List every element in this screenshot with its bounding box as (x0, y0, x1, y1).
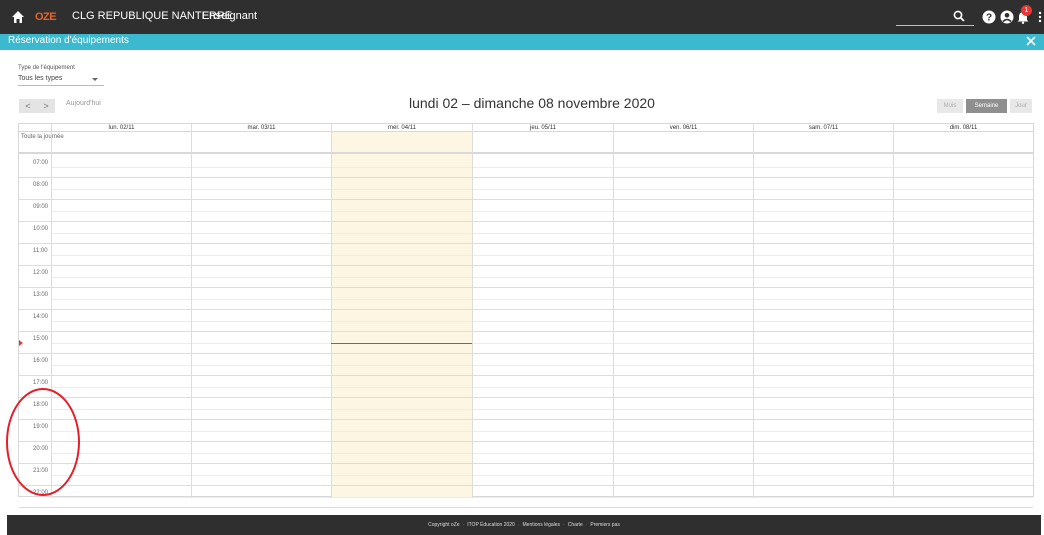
more-icon[interactable] (1038, 10, 1042, 24)
help-icon[interactable]: ? (982, 10, 996, 24)
footer: Copyright oZe · ITOP Éducation 2020 · Mentio… (7, 515, 1041, 535)
view-month-button[interactable]: Mois (937, 99, 963, 113)
day-header[interactable]: mar. 03/11 (191, 124, 331, 132)
current-time-line (331, 343, 472, 344)
half-hour-line (51, 365, 1033, 366)
hour-label: 11:00 (33, 248, 48, 254)
hour-label: 12:00 (33, 270, 49, 276)
all-day-row[interactable]: Toute la journée (19, 132, 1033, 154)
footer-separator: · (462, 522, 465, 528)
footer-separator: · (517, 522, 520, 528)
day-column-divider (472, 132, 473, 498)
footer-link[interactable]: Mentions légales (523, 522, 561, 528)
half-hour-line (51, 189, 1033, 190)
page-header: Réservation d'équipements (0, 34, 1044, 50)
half-hour-line (51, 453, 1033, 454)
calendar-day-headers: lun. 02/11 mar. 03/11 mer. 04/11 jeu. 05/11… (19, 124, 1033, 132)
hour-label: 15:00 (33, 336, 49, 342)
half-hour-line (51, 431, 1033, 432)
close-icon[interactable] (1026, 36, 1036, 46)
day-column-divider (753, 132, 754, 498)
prev-week-button[interactable]: < (19, 99, 37, 113)
top-navigation-bar: OZE CLG REPUBLIQUE NANTERRE Enseignant ?… (0, 0, 1044, 34)
day-header[interactable]: jeu. 05/11 (472, 124, 613, 132)
hour-slot-row[interactable] (19, 420, 1033, 442)
hour-slot-row[interactable] (19, 200, 1033, 222)
search-icon[interactable] (953, 10, 965, 22)
hour-slot-row[interactable] (19, 442, 1033, 464)
day-header[interactable]: sam. 07/11 (753, 124, 893, 132)
half-hour-line (51, 233, 1033, 234)
hour-label: 09:00 (33, 204, 49, 210)
all-day-label: Toute la journée (21, 134, 64, 140)
page-title: Réservation d'équipements (8, 35, 129, 46)
hour-label: 16:00 (33, 358, 49, 364)
half-hour-line (51, 277, 1033, 278)
hour-slot-row[interactable] (19, 486, 1033, 508)
day-header[interactable]: dim. 08/11 (893, 124, 1033, 132)
footer-link[interactable]: Premiers pas (590, 522, 619, 528)
equipment-type-label: Type de l'équipement (18, 65, 75, 71)
hour-label: 14:00 (33, 314, 49, 320)
hour-label: 17:00 (33, 380, 49, 386)
chevron-down-icon (92, 78, 98, 81)
half-hour-line (51, 343, 1033, 344)
day-column-divider (191, 132, 192, 498)
day-header[interactable]: lun. 02/11 (51, 124, 191, 132)
half-hour-line (51, 167, 1033, 168)
account-icon[interactable] (1000, 10, 1014, 24)
footer-separator: · (585, 522, 588, 528)
today-button[interactable]: Aujourd'hui (66, 100, 101, 107)
hour-slot-row[interactable] (19, 244, 1033, 266)
hour-slot-row[interactable] (19, 222, 1033, 244)
hour-slot-row[interactable] (19, 266, 1033, 288)
home-icon[interactable] (11, 10, 25, 24)
hour-slot-row[interactable] (19, 376, 1033, 398)
equipment-type-select[interactable]: Tous les types (18, 75, 104, 86)
footer-link[interactable]: ITOP Éducation 2020 (467, 522, 515, 528)
day-column-divider (613, 132, 614, 498)
half-hour-line (51, 299, 1033, 300)
day-column-divider (893, 132, 894, 498)
half-hour-line (51, 475, 1033, 476)
view-day-button[interactable]: Jour (1010, 99, 1032, 113)
user-role: Enseignant (202, 10, 258, 22)
hour-slot-row[interactable] (19, 354, 1033, 376)
hour-label: 07:00 (33, 160, 49, 166)
hour-label: 10:00 (33, 226, 49, 232)
week-calendar: lun. 02/11 mar. 03/11 mer. 04/11 jeu. 05/11… (18, 123, 1034, 508)
hour-slot-row[interactable] (19, 464, 1033, 486)
hour-slot-row[interactable] (19, 178, 1033, 200)
svg-text:?: ? (986, 13, 992, 24)
hour-label: 08:00 (33, 182, 49, 188)
oze-logo[interactable]: OZE (35, 11, 57, 23)
date-range-title: lundi 02 – dimanche 08 novembre 2020 (409, 95, 655, 111)
half-hour-line (51, 211, 1033, 212)
hour-slot-row[interactable] (19, 288, 1033, 310)
footer-separator: · (563, 522, 565, 528)
day-column-divider (331, 132, 332, 498)
notification-badge: 1 (1021, 5, 1032, 16)
half-hour-line (51, 387, 1033, 388)
current-time-indicator (19, 340, 23, 346)
footer-link[interactable]: Charte (568, 522, 583, 528)
hour-label: 13:00 (33, 292, 49, 298)
day-header[interactable]: mer. 04/11 (331, 124, 472, 132)
hour-slot-row[interactable] (19, 398, 1033, 420)
footer-link: Copyright oZe (428, 522, 460, 528)
half-hour-line (51, 321, 1033, 322)
hour-slot-row[interactable] (19, 332, 1033, 354)
next-week-button[interactable]: > (37, 99, 55, 113)
hour-slot-row[interactable] (19, 156, 1033, 178)
half-hour-line (51, 497, 1033, 498)
annotation-circle (6, 388, 80, 496)
view-week-button[interactable]: Semaine (966, 99, 1007, 113)
equipment-type-value: Tous les types (18, 75, 63, 82)
hour-slot-row[interactable] (19, 310, 1033, 332)
half-hour-line (51, 409, 1033, 410)
day-header[interactable]: ven. 06/11 (613, 124, 753, 132)
half-hour-line (51, 255, 1033, 256)
